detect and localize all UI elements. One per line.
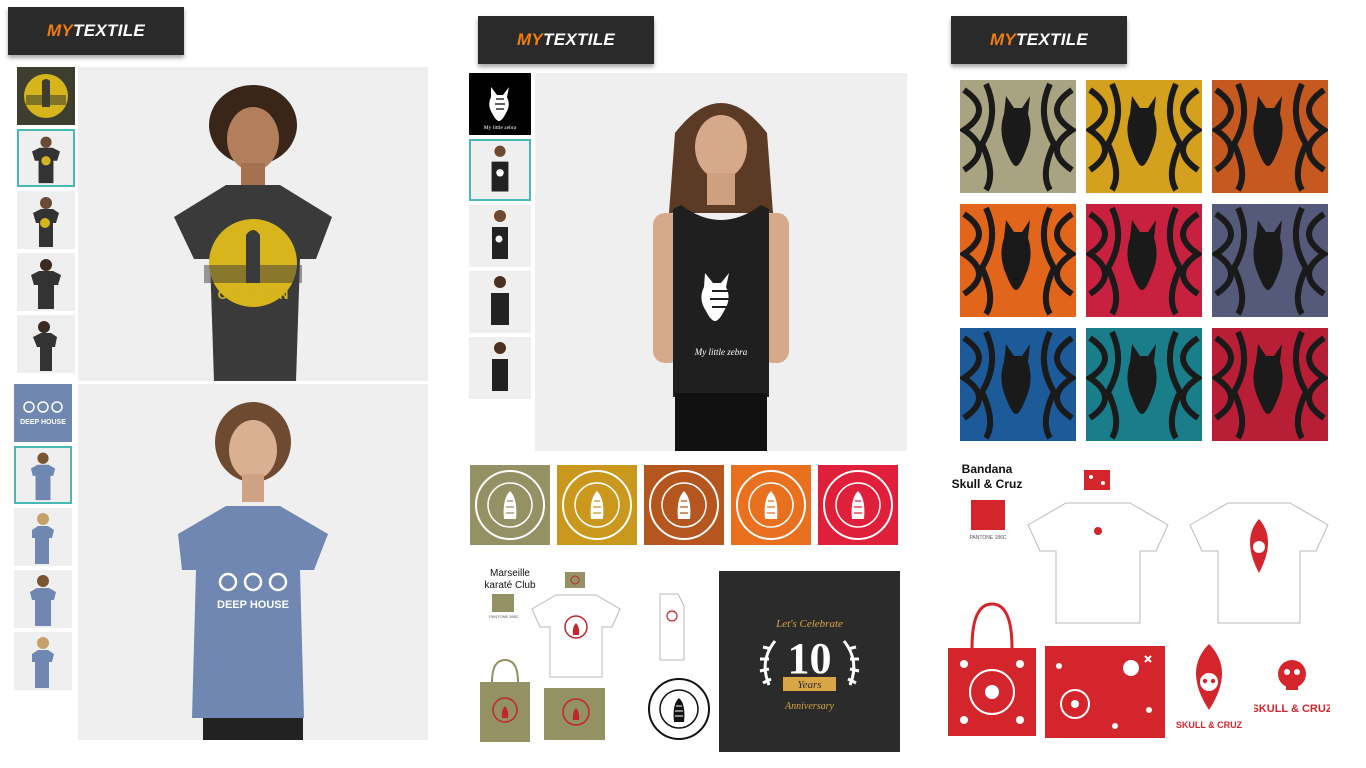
main-photo-tank-top: My little zebra xyxy=(535,73,907,451)
mock-towel-olive xyxy=(542,686,607,742)
brand-suffix: TEXTILE xyxy=(1016,30,1089,49)
thumb-design-deep-house[interactable]: DEEP HOUSE xyxy=(14,384,72,442)
bandana-title-line2: Skull & Cruz xyxy=(951,477,1023,491)
zebra-tile-orange xyxy=(960,204,1076,317)
brand-prefix: MY xyxy=(989,30,1017,49)
pantone-right-label: PANTONE 186C xyxy=(969,535,1007,541)
anniversary-years: Years xyxy=(797,679,821,691)
pantone-swatch-red xyxy=(971,500,1005,530)
brand-suffix: TEXTILE xyxy=(73,21,146,40)
thumb-design-zebra[interactable]: My little zebra xyxy=(469,73,531,135)
zebra-tile-blue xyxy=(960,328,1076,441)
karate-badge-orange xyxy=(731,465,811,545)
brand-prefix: MY xyxy=(516,30,544,49)
pantone-swatch-olive xyxy=(492,594,514,612)
karate-badge-gold xyxy=(557,465,637,545)
thumb-deep-house-text: DEEP HOUSE xyxy=(20,419,66,426)
thumb-woman-side[interactable] xyxy=(14,508,72,566)
thumb-tank-profile[interactable] xyxy=(469,337,531,399)
marseille-label: Marseille karaté Club xyxy=(470,568,550,592)
zebra-tile-red xyxy=(1212,328,1328,441)
thumb-woman-back[interactable] xyxy=(14,570,72,628)
tshirt-dark-print: CHAMPION xyxy=(218,287,289,302)
zebra-tile-slate xyxy=(1212,204,1328,317)
mock-tshirt-skull-front xyxy=(1022,497,1174,627)
tank-top-print: My little zebra xyxy=(694,347,748,357)
pantone-left-label: PANTONE 385C xyxy=(489,614,519,619)
brand-logo: MY TEXTILE xyxy=(8,7,184,55)
karate-badge-red xyxy=(818,465,898,545)
mock-tote-olive xyxy=(478,656,532,744)
zebra-tile-crimson xyxy=(1086,204,1202,317)
thumb-tshirt-back[interactable] xyxy=(17,253,75,311)
skull-cruz-text: SKULL & CRUZ xyxy=(1254,703,1330,715)
brand-prefix: MY xyxy=(46,21,74,40)
skull-paisley-text: SKULL & CRUZ xyxy=(1176,720,1243,730)
karate-badge-olive xyxy=(470,465,550,545)
zebra-tile-khaki xyxy=(960,80,1076,193)
anniversary-top: Let's Celebrate xyxy=(775,618,843,630)
brand-suffix: TEXTILE xyxy=(543,30,616,49)
zebra-tile-gold xyxy=(1086,80,1202,193)
marseille-label-line1: Marseille xyxy=(489,568,530,579)
thumb-woman-front[interactable] xyxy=(14,446,72,504)
karate-badge-outline xyxy=(646,676,712,742)
skull-paisley-logo: SKULL & CRUZ xyxy=(1175,640,1243,736)
main-photo-tshirt-dark: CHAMPION xyxy=(78,67,428,381)
mock-tshirt-skull-back xyxy=(1184,497,1334,627)
tshirt-blue-print: DEEP HOUSE xyxy=(217,599,289,611)
thumb-tshirt-front[interactable] xyxy=(17,129,75,187)
bandana-title: Bandana Skull & Cruz xyxy=(940,462,1034,492)
mock-tote-bandana xyxy=(946,600,1038,738)
karate-badge-rust xyxy=(644,465,724,545)
thumb-tshirt-side[interactable] xyxy=(17,191,75,249)
thumb-tank-front[interactable] xyxy=(469,139,531,201)
thumb-tank-side[interactable] xyxy=(469,205,531,267)
mock-bandana-fabric xyxy=(1045,646,1165,738)
thumb-woman-profile[interactable] xyxy=(14,632,72,690)
brand-logo: MY TEXTILE xyxy=(478,16,654,64)
zebra-tile-rust xyxy=(1212,80,1328,193)
anniversary-number: 10 xyxy=(788,634,832,683)
thumb-design-champion[interactable] xyxy=(17,67,75,125)
mock-tshirt-white xyxy=(528,591,624,679)
mock-cap-red xyxy=(1082,466,1112,492)
mock-cap-olive xyxy=(563,568,587,590)
anniversary-badge: Let's Celebrate 10 Years Anniversary xyxy=(719,571,900,752)
skull-cruz-logo: SKULL & CRUZ xyxy=(1254,656,1330,720)
thumb-zebra-text: My little zebra xyxy=(484,125,517,131)
thumb-tshirt-profile[interactable] xyxy=(17,315,75,373)
anniversary-bottom: Anniversary xyxy=(784,701,834,712)
bandana-title-line1: Bandana xyxy=(961,462,1013,476)
main-photo-tshirt-blue: DEEP HOUSE xyxy=(78,384,428,740)
brand-logo: MY TEXTILE xyxy=(951,16,1127,64)
thumb-tank-back[interactable] xyxy=(469,271,531,333)
zebra-tile-teal xyxy=(1086,328,1202,441)
mock-tshirt-sleeve xyxy=(654,590,688,662)
